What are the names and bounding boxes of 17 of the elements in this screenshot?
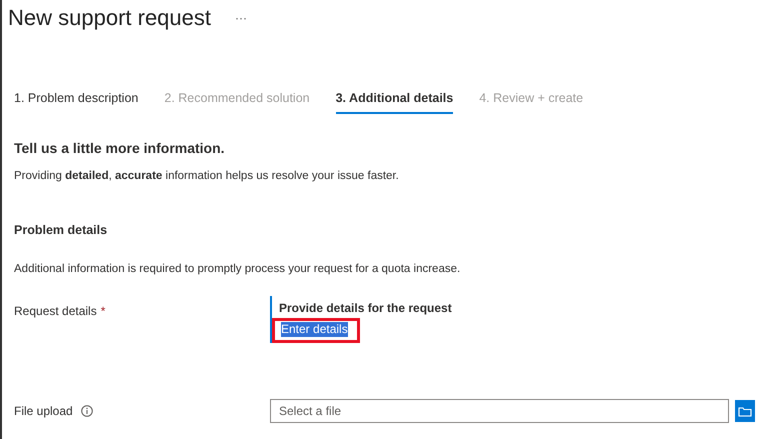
section-heading: Problem details [14, 222, 108, 240]
step-tab[interactable]: 3. Additional details [336, 84, 454, 114]
intro-text: Providing detailed, accurate information helps us resolve your issue faster. [14, 169, 400, 184]
section-heading: Tell us a little more information. [14, 139, 226, 158]
details-prompt: Provide details for the request [279, 301, 452, 316]
info-icon[interactable] [80, 405, 93, 418]
file-field[interactable]: Select a file [270, 399, 729, 424]
field-label: File upload [14, 403, 73, 420]
more-button[interactable]: ··· [235, 12, 247, 24]
required-asterisk: * [100, 303, 106, 320]
folder-icon [738, 406, 752, 417]
section-text: Additional information is required to promptly process your request for a quota increase. [14, 262, 462, 277]
browse-button[interactable] [735, 400, 755, 422]
step-tab[interactable]: 1. Problem description [14, 84, 138, 114]
page-title: New support request [8, 7, 211, 29]
field-label: Request details [14, 303, 97, 320]
details-field[interactable]: Enter details [281, 322, 348, 338]
